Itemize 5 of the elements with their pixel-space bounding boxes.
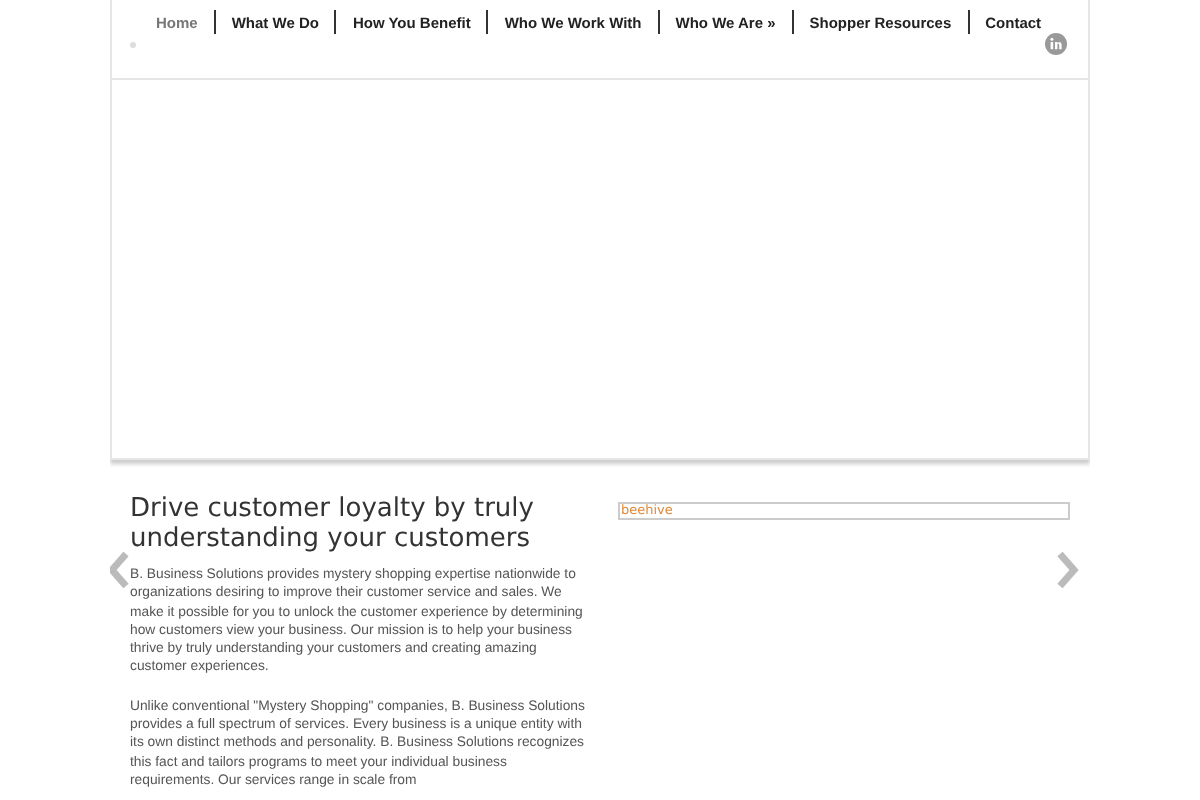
heading: Drive customer loyalty by truly understanding your customers [130, 494, 536, 554]
linkedin-icon[interactable] [1044, 32, 1068, 56]
chevron-left-icon[interactable] [110, 552, 130, 588]
chevron-right-icon[interactable] [1056, 552, 1080, 588]
dot-icon [130, 42, 136, 48]
